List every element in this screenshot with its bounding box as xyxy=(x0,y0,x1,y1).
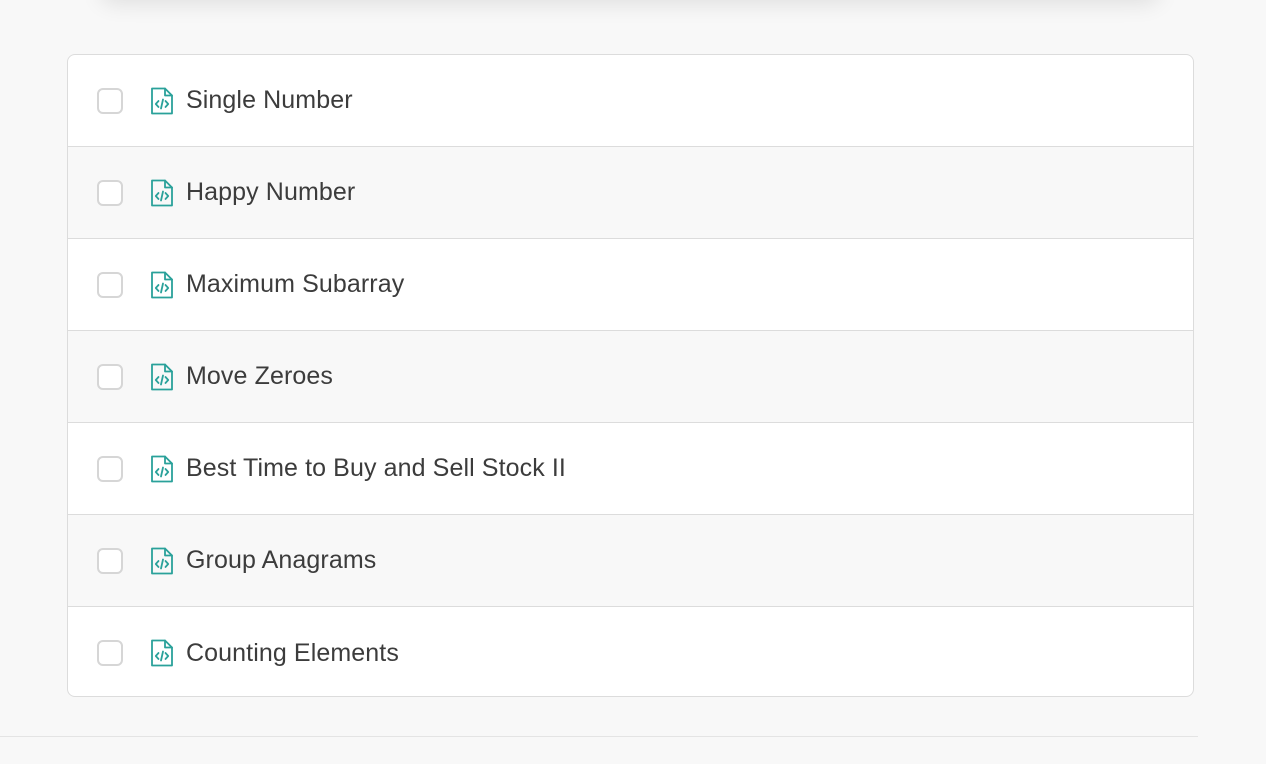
problem-list: Single Number Happy Number Maximum Subar… xyxy=(67,54,1194,697)
problem-row[interactable]: Happy Number xyxy=(68,147,1193,239)
problem-title[interactable]: Single Number xyxy=(186,86,353,115)
footer-divider xyxy=(0,736,1198,737)
problem-checkbox[interactable] xyxy=(97,547,123,574)
code-file-icon xyxy=(150,455,174,483)
problem-row[interactable]: Maximum Subarray xyxy=(68,239,1193,331)
problem-checkbox[interactable] xyxy=(97,455,123,482)
problem-row[interactable]: Single Number xyxy=(68,55,1193,147)
code-file-icon xyxy=(150,547,174,575)
problem-row[interactable]: Best Time to Buy and Sell Stock II xyxy=(68,423,1193,515)
problem-title[interactable]: Best Time to Buy and Sell Stock II xyxy=(186,454,566,483)
code-file-icon xyxy=(150,639,174,667)
problem-checkbox[interactable] xyxy=(97,179,123,206)
problem-row[interactable]: Move Zeroes xyxy=(68,331,1193,423)
code-file-icon xyxy=(150,363,174,391)
code-file-icon xyxy=(150,87,174,115)
problem-row[interactable]: Group Anagrams xyxy=(68,515,1193,607)
problem-checkbox[interactable] xyxy=(97,87,123,114)
problem-checkbox[interactable] xyxy=(97,271,123,298)
problem-title[interactable]: Counting Elements xyxy=(186,639,399,668)
problem-checkbox[interactable] xyxy=(97,363,123,390)
problem-checkbox[interactable] xyxy=(97,640,123,666)
problem-title[interactable]: Move Zeroes xyxy=(186,362,333,391)
code-file-icon xyxy=(150,271,174,299)
problem-title[interactable]: Group Anagrams xyxy=(186,546,376,575)
problem-title[interactable]: Maximum Subarray xyxy=(186,270,404,299)
problem-title[interactable]: Happy Number xyxy=(186,178,355,207)
code-file-icon xyxy=(150,179,174,207)
problem-row[interactable]: Counting Elements xyxy=(68,607,1193,696)
